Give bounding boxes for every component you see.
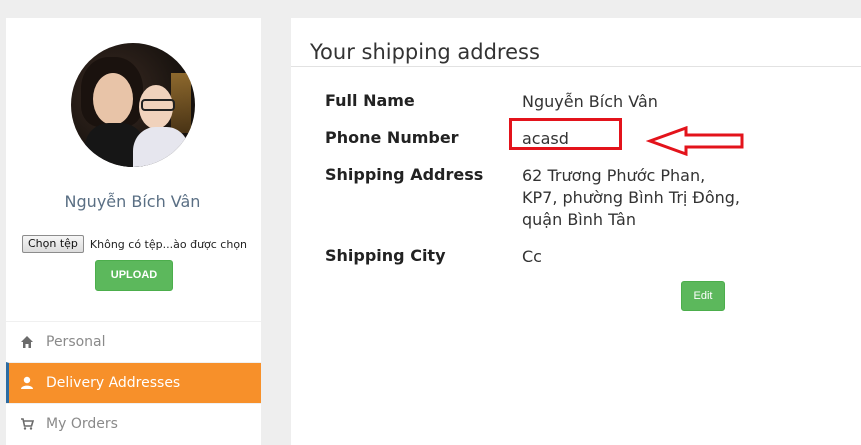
info-label: Phone Number [325,128,459,147]
avatar-child-body [133,127,189,167]
avatar-person-face [93,73,133,125]
sidebar-item-delivery-addresses[interactable]: Delivery Addresses [6,362,261,403]
file-status-text: Không có tệp...ào được chọn [89,237,248,251]
page-title: Your shipping address [310,40,540,64]
info-label: Shipping City [325,246,446,265]
cart-icon [20,417,35,431]
highlight-box [509,118,622,150]
info-label: Shipping Address [325,165,484,184]
choose-file-button[interactable]: Chọn tệp [22,235,84,253]
sidebar-item-label: Delivery Addresses [46,375,181,391]
info-label: Full Name [325,91,415,110]
sidebar-menu: Personal Delivery Addresses My Orders [6,321,261,444]
avatar-child-glasses [141,99,175,111]
info-value: Nguyễn Bích Vân [522,92,658,111]
annotation-arrow-icon [646,126,744,156]
sidebar-item-my-orders[interactable]: My Orders [6,403,261,444]
upload-button[interactable]: UPLOAD [95,260,173,291]
profile-username: Nguyễn Bích Vân [64,192,201,211]
home-icon [20,335,34,349]
shipping-address-panel: Your shipping address Full Name Nguyễn B… [291,18,861,445]
user-icon [20,376,34,390]
profile-sidebar: Nguyễn Bích Vân Chọn tệp Không có tệp...… [6,18,261,445]
file-picker: Chọn tệp Không có tệp...ào được chọn [22,235,247,253]
sidebar-item-label: Personal [46,334,106,350]
info-value: 62 Trương Phước Phan, KP7, phường Bình T… [522,166,740,229]
info-value: Cc [522,247,542,266]
sidebar-item-label: My Orders [46,416,118,432]
avatar [71,43,195,167]
sidebar-item-personal[interactable]: Personal [6,321,261,362]
title-divider [291,66,861,67]
edit-button[interactable]: Edit [681,281,725,311]
